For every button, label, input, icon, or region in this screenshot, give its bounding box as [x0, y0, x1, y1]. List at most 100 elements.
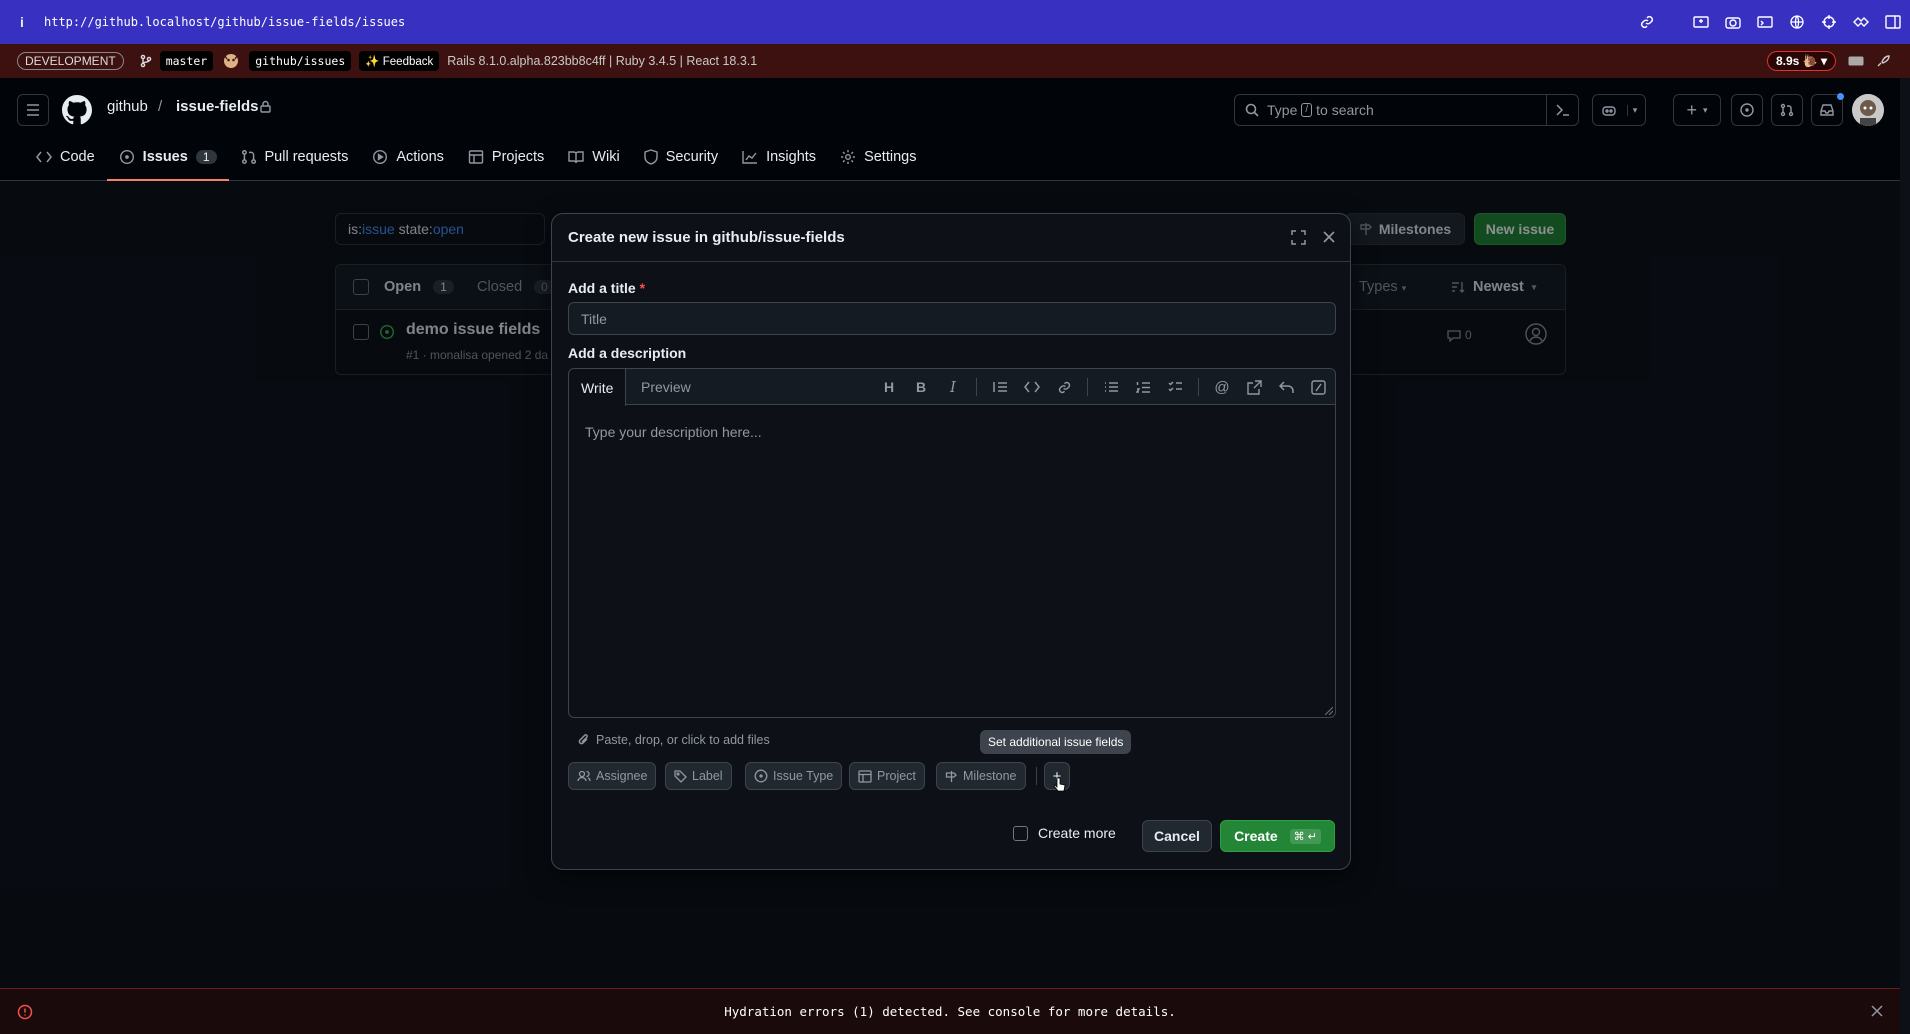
breadcrumb-repo[interactable]: issue-fields: [176, 98, 259, 115]
rocket-icon[interactable]: [1876, 54, 1890, 68]
sidebar-toggle-icon[interactable]: [1884, 13, 1902, 31]
pull-requests-shortcut-button[interactable]: [1771, 94, 1803, 126]
tab-wiki[interactable]: Wiki: [556, 134, 631, 180]
description-textarea[interactable]: Type your description here...: [585, 424, 762, 440]
close-icon[interactable]: [1322, 230, 1336, 244]
label-button[interactable]: Label: [665, 762, 732, 790]
fullscreen-icon[interactable]: [1291, 230, 1306, 245]
branch-chip[interactable]: master: [159, 51, 214, 71]
book-icon: [568, 150, 584, 164]
tab-security[interactable]: Security: [632, 134, 730, 180]
ordered-list-icon[interactable]: [1134, 378, 1152, 396]
tab-settings[interactable]: Settings: [828, 134, 928, 180]
unordered-list-icon[interactable]: [1102, 378, 1120, 396]
table-icon: [858, 769, 872, 783]
tab-code[interactable]: Code: [24, 134, 107, 180]
cancel-button[interactable]: Cancel: [1142, 820, 1212, 852]
italic-icon[interactable]: I: [944, 378, 962, 396]
tab-preview[interactable]: Preview: [629, 369, 703, 405]
heading-icon[interactable]: H: [880, 378, 898, 396]
bold-icon[interactable]: B: [912, 378, 930, 396]
task-list-icon[interactable]: [1166, 378, 1184, 396]
cross-reference-icon[interactable]: [1245, 378, 1263, 396]
title-placeholder: Title: [581, 310, 607, 327]
feedback-button[interactable]: ✨ Feedback: [359, 51, 440, 71]
copilot-dropdown-icon: ▾: [1626, 104, 1637, 116]
link-icon[interactable]: [1055, 378, 1073, 396]
create-issue-dialog: Create new issue in github/issue-fields …: [551, 213, 1351, 870]
issues-shortcut-button[interactable]: [1731, 94, 1763, 126]
render-timer-value: 8.9s: [1776, 54, 1800, 68]
milestone-label: Milestone: [963, 769, 1017, 783]
description-field-label: Add a description: [568, 345, 687, 361]
link-icon[interactable]: [1638, 13, 1656, 31]
create-more-checkbox[interactable]: [1013, 825, 1028, 841]
command-palette-icon[interactable]: [1546, 95, 1578, 125]
breadcrumb-owner[interactable]: github: [107, 98, 148, 115]
slash-commands-icon[interactable]: [1309, 378, 1327, 396]
title-input[interactable]: Title: [568, 302, 1336, 335]
repo-header: github / issue-fields Type / to search ▾…: [0, 78, 1900, 181]
avatar[interactable]: [1852, 94, 1884, 126]
mention-icon[interactable]: @: [1213, 378, 1231, 396]
issue-type-button[interactable]: Issue Type: [745, 762, 843, 790]
tab-actions[interactable]: Actions: [360, 134, 456, 180]
repo-nav-tabs: Code Issues 1 Pull requests Actions Proj…: [24, 134, 928, 181]
copilot-icon: [1601, 103, 1617, 117]
camera-icon[interactable]: [1724, 13, 1742, 31]
issue-type-label: Issue Type: [773, 769, 834, 783]
copilot-button[interactable]: ▾: [1592, 94, 1646, 126]
screen-capture-icon[interactable]: [1692, 13, 1710, 31]
attach-files-hint[interactable]: Paste, drop, or click to add files: [578, 733, 770, 747]
search-input[interactable]: Type / to search: [1234, 94, 1579, 126]
render-timer-badge[interactable]: 8.9s 🐌 ▾: [1767, 51, 1836, 71]
global-menu-button[interactable]: [17, 94, 49, 126]
keyboard-icon[interactable]: [1848, 56, 1864, 66]
search-shortcut-key: /: [1301, 103, 1313, 117]
github-logo-icon[interactable]: [62, 95, 92, 125]
crosshair-icon[interactable]: [1820, 13, 1838, 31]
search-suffix: to search: [1316, 102, 1374, 118]
code-icon[interactable]: [1023, 378, 1041, 396]
create-more-option[interactable]: Create more: [1013, 825, 1116, 841]
meta-divider: [1036, 767, 1037, 785]
breadcrumb-separator: /: [158, 98, 163, 115]
create-new-button[interactable]: + ▾: [1673, 94, 1721, 126]
paperclip-icon: [578, 733, 590, 747]
url-text[interactable]: http://github.localhost/github/issue-fie…: [44, 15, 405, 29]
quote-icon[interactable]: [991, 378, 1009, 396]
tab-label: Issues: [142, 149, 188, 165]
browser-toolbar-icons: [1638, 0, 1902, 44]
tab-projects[interactable]: Projects: [456, 134, 556, 180]
tab-insights[interactable]: Insights: [730, 134, 828, 180]
editor-toolbar: Write Preview H B I @: [569, 369, 1335, 406]
close-icon[interactable]: [1871, 1005, 1883, 1017]
globe-icon[interactable]: [1788, 13, 1806, 31]
reply-icon[interactable]: [1277, 378, 1295, 396]
dialog-title: Create new issue in github/issue-fields: [568, 229, 845, 246]
tab-pull-requests[interactable]: Pull requests: [229, 134, 361, 180]
search-icon: [1245, 103, 1259, 117]
site-info-icon[interactable]: i: [0, 14, 44, 30]
milestone-button[interactable]: Milestone: [936, 762, 1026, 790]
project-label: Project: [877, 769, 916, 783]
attach-hint-text: Paste, drop, or click to add files: [596, 733, 770, 747]
tab-label: Settings: [864, 149, 917, 165]
resize-handle-icon[interactable]: [1325, 707, 1333, 715]
tab-label: Insights: [766, 149, 817, 165]
alert-icon: [17, 1004, 33, 1020]
assignee-button[interactable]: Assignee: [568, 762, 657, 790]
description-placeholder: Type your description here...: [585, 424, 762, 440]
create-button[interactable]: Create ⌘ ↵: [1220, 820, 1335, 852]
tab-write[interactable]: Write: [569, 369, 627, 406]
tab-issues[interactable]: Issues 1: [106, 134, 229, 181]
notifications-button[interactable]: [1811, 93, 1844, 126]
project-button[interactable]: Project: [849, 762, 925, 790]
repo-chip[interactable]: github/issues: [249, 51, 352, 71]
issue-opened-icon: [119, 149, 135, 165]
extension-icon[interactable]: [1852, 13, 1870, 31]
environment-badge: DEVELOPMENT: [17, 52, 124, 70]
additional-fields-tooltip: Set additional issue fields: [980, 730, 1132, 754]
terminal-icon[interactable]: [1756, 13, 1774, 31]
